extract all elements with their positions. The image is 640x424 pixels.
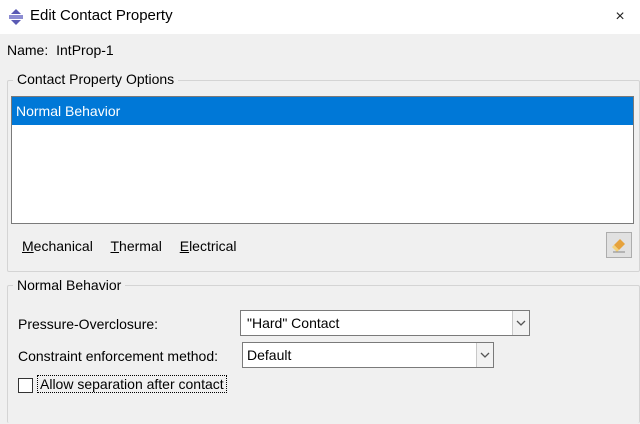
close-button[interactable]: × [600,0,640,34]
options-menubar: Mechanical Thermal Electrical [22,238,251,254]
constraint-dropdown-arrow[interactable] [476,343,493,367]
pressure-overclosure-value: "Hard" Contact [247,315,340,331]
name-value: IntProp-1 [56,42,114,58]
allow-separation-checkbox[interactable] [18,378,33,393]
eraser-icon [612,239,625,253]
menu-thermal[interactable]: Thermal [110,238,161,254]
chevron-down-icon [480,352,490,358]
pressure-overclosure-select[interactable]: "Hard" Contact [240,310,530,336]
name-row: Name: IntProp-1 [7,42,114,58]
delete-option-button[interactable] [606,232,632,258]
title-bar: Edit Contact Property × [0,0,640,34]
contact-property-options-legend: Contact Property Options [13,71,179,87]
list-item-normal-behavior[interactable]: Normal Behavior [12,97,633,125]
window-title: Edit Contact Property [30,7,173,24]
name-label: Name: [7,42,49,58]
options-listbox[interactable]: Normal Behavior [11,96,634,224]
constraint-enforcement-select[interactable]: Default [242,342,494,368]
pressure-overclosure-label: Pressure-Overclosure: [18,316,159,332]
constraint-enforcement-value: Default [247,347,292,363]
pressure-dropdown-arrow[interactable] [512,311,529,335]
chevron-down-icon [516,320,526,326]
allow-separation-label[interactable]: Allow separation after contact [37,375,227,393]
abaqus-interaction-icon [9,9,23,25]
menu-electrical[interactable]: Electrical [180,238,237,254]
normal-behavior-legend: Normal Behavior [13,277,126,293]
menu-mechanical[interactable]: Mechanical [22,238,93,254]
constraint-enforcement-label: Constraint enforcement method: [18,348,218,364]
